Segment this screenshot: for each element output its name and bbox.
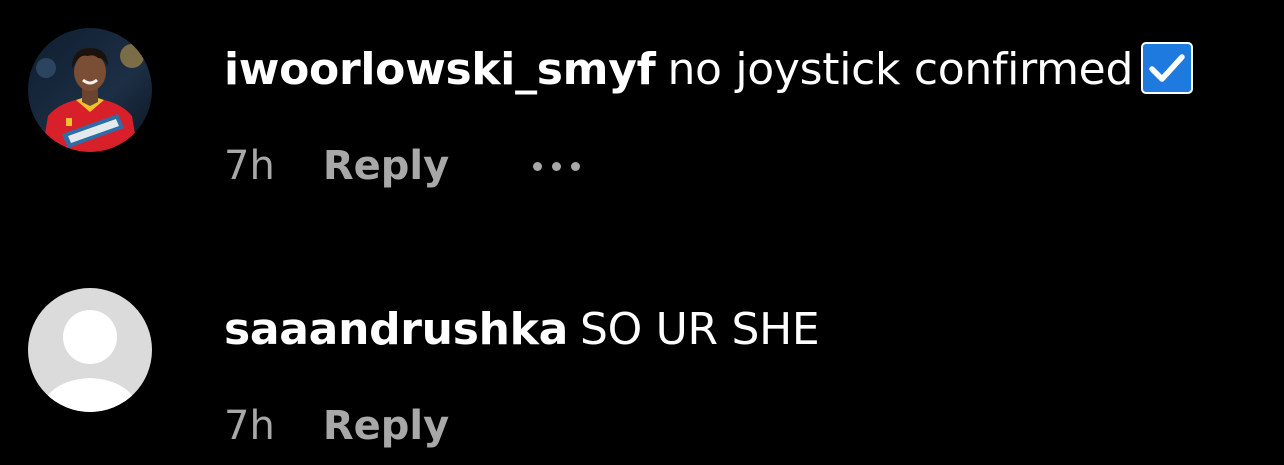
comment-body: SO UR SHE bbox=[579, 304, 820, 355]
timestamp: 7h bbox=[224, 403, 275, 449]
comment-text-line: iwoorlowski_smyf no joystick confirmed bbox=[224, 42, 1194, 98]
comment-meta: 7h Reply bbox=[224, 138, 581, 194]
username-link[interactable]: iwoorlowski_smyf bbox=[224, 44, 656, 95]
avatar[interactable] bbox=[28, 28, 152, 152]
comment-text-line: saaandrushka SO UR SHE bbox=[224, 302, 820, 358]
dot bbox=[552, 161, 562, 171]
dot bbox=[533, 161, 543, 171]
comment-meta: 7h Reply bbox=[224, 398, 449, 454]
username-link[interactable]: saaandrushka bbox=[224, 304, 568, 355]
avatar[interactable] bbox=[28, 288, 152, 412]
default-avatar-icon bbox=[28, 288, 152, 412]
comment-body: no joystick confirmed bbox=[667, 44, 1134, 95]
more-options-icon[interactable] bbox=[533, 146, 581, 186]
timestamp: 7h bbox=[224, 143, 275, 189]
profile-photo-icon bbox=[28, 28, 152, 152]
reply-button[interactable]: Reply bbox=[323, 403, 449, 449]
check-mark-icon bbox=[1141, 42, 1194, 94]
reply-button[interactable]: Reply bbox=[323, 143, 449, 189]
dot bbox=[571, 161, 581, 171]
